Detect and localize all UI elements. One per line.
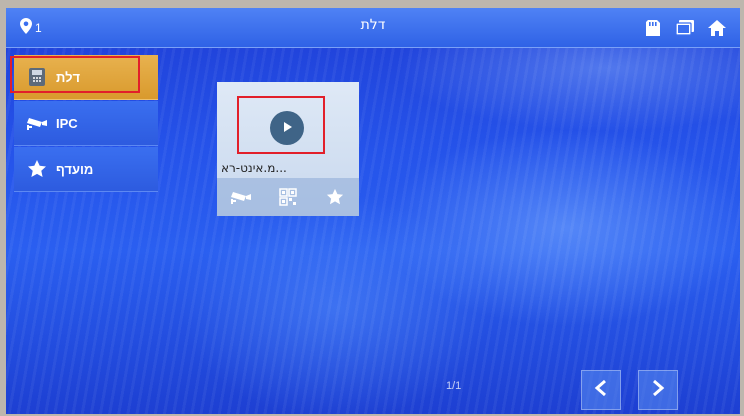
play-icon <box>280 119 294 138</box>
sd-card-icon[interactable] <box>642 17 664 39</box>
page-title: דלת <box>360 17 386 33</box>
menu-item-label: דלת <box>56 69 81 85</box>
play-button[interactable] <box>270 111 304 145</box>
camera-name: ...מ.אינט-רא <box>221 161 287 175</box>
tile-actions <box>217 178 359 216</box>
menu-item-favorites[interactable]: מועדף <box>14 147 158 192</box>
star-icon <box>26 158 48 180</box>
menu-item-label: מועדף <box>56 161 94 177</box>
qr-code-icon[interactable] <box>275 184 301 210</box>
top-bar: 1 דלת <box>6 8 740 48</box>
next-page-button[interactable] <box>638 370 678 410</box>
top-right-actions <box>642 17 728 39</box>
chevron-left-icon <box>594 379 608 401</box>
star-icon[interactable] <box>322 184 348 210</box>
menu-item-ipc[interactable]: IPC <box>14 101 158 146</box>
page-indicator: 1/1 <box>446 380 462 392</box>
menu-item-label: IPC <box>56 115 78 131</box>
door-panel-icon <box>26 66 48 88</box>
side-menu: דלת IPC מועדף <box>14 55 158 193</box>
cctv-camera-icon <box>26 112 48 134</box>
cctv-camera-icon[interactable] <box>228 184 254 210</box>
menu-item-door[interactable]: דלת <box>14 55 158 100</box>
chevron-right-icon <box>651 379 665 401</box>
home-icon[interactable] <box>706 17 728 39</box>
camera-tile[interactable]: ...מ.אינט-רא <box>217 82 359 216</box>
camera-thumbnail[interactable]: ...מ.אינט-רא <box>217 82 359 176</box>
previous-page-button[interactable] <box>581 370 621 410</box>
monitor-icon[interactable] <box>674 17 696 39</box>
screen: 1 דלת דלת IPC מועדף ...מ.אינט-רא 1/1 <box>6 8 740 414</box>
